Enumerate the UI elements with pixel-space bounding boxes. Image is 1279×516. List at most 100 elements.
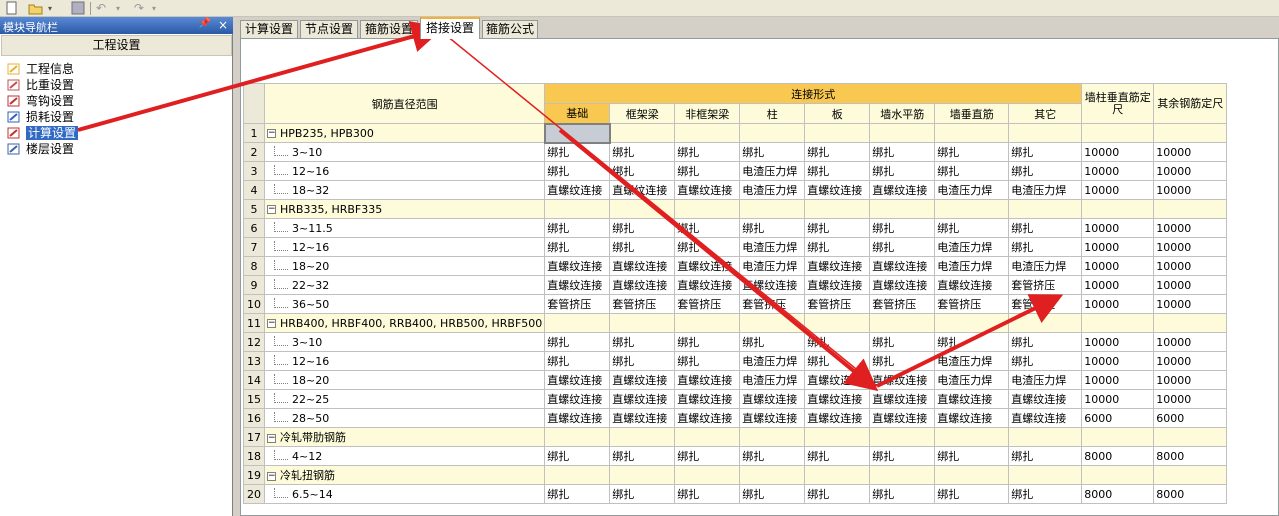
connection-cell[interactable] (804, 199, 871, 219)
connection-cell[interactable]: 直螺纹连接 (934, 408, 1010, 428)
connection-cell[interactable]: 直螺纹连接 (869, 408, 936, 428)
row-number[interactable]: 7 (243, 237, 265, 257)
connection-cell[interactable]: 绑扎 (674, 351, 741, 371)
row-number[interactable]: 10 (243, 294, 265, 314)
connection-cell[interactable] (543, 122, 611, 144)
connection-cell[interactable]: 套管挤压 (544, 294, 611, 314)
other-length-cell[interactable]: 6000 (1153, 408, 1228, 428)
connection-cell[interactable]: 绑扎 (544, 332, 611, 352)
connection-cell[interactable]: 直螺纹连接 (869, 275, 936, 295)
connection-cell[interactable]: 绑扎 (869, 332, 936, 352)
connection-cell[interactable] (804, 465, 871, 485)
wall-length-cell[interactable]: 10000 (1081, 370, 1155, 390)
connection-cell[interactable] (934, 465, 1010, 485)
connection-cell[interactable]: 电渣压力焊 (1008, 370, 1083, 390)
connection-cell[interactable] (674, 123, 741, 143)
connection-cell[interactable]: 绑扎 (1008, 142, 1083, 162)
connection-cell[interactable]: 绑扎 (869, 351, 936, 371)
connection-cell[interactable]: 直螺纹连接 (674, 180, 741, 200)
collapse-icon[interactable]: − (267, 433, 276, 443)
connection-cell[interactable]: 电渣压力焊 (739, 351, 806, 371)
connection-cell[interactable]: 绑扎 (934, 446, 1010, 466)
range-label[interactable]: 3~10 (263, 142, 546, 162)
connection-cell[interactable]: 绑扎 (934, 142, 1010, 162)
connection-cell[interactable]: 绑扎 (804, 161, 871, 181)
wall-length-cell[interactable]: 10000 (1081, 256, 1155, 276)
connection-cell[interactable] (804, 427, 871, 447)
range-label[interactable]: 18~20 (263, 370, 546, 390)
row-number[interactable]: 14 (243, 370, 265, 390)
connection-cell[interactable]: 直螺纹连接 (739, 389, 806, 409)
row-number[interactable]: 16 (243, 408, 265, 428)
connection-cell[interactable]: 直螺纹连接 (1008, 389, 1083, 409)
row-number[interactable]: 13 (243, 351, 265, 371)
undo-dropdown-icon[interactable]: ▾ (116, 1, 132, 16)
redo-dropdown-icon[interactable]: ▾ (152, 1, 168, 16)
connection-cell[interactable]: 直螺纹连接 (544, 370, 611, 390)
connection-cell[interactable]: 绑扎 (609, 484, 676, 504)
range-label[interactable]: 28~50 (263, 408, 546, 428)
range-label[interactable]: 12~16 (263, 237, 546, 257)
connection-cell[interactable]: 直螺纹连接 (1008, 408, 1083, 428)
connection-cell[interactable]: 绑扎 (739, 218, 806, 238)
connection-cell[interactable]: 直螺纹连接 (869, 180, 936, 200)
connection-cell[interactable] (1008, 313, 1083, 333)
row-number[interactable]: 19 (243, 465, 265, 485)
other-length-cell[interactable]: 10000 (1153, 256, 1228, 276)
connection-cell[interactable]: 电渣压力焊 (934, 370, 1010, 390)
row-number[interactable]: 8 (243, 256, 265, 276)
connection-cell[interactable]: 绑扎 (804, 484, 871, 504)
connection-cell[interactable]: 绑扎 (739, 446, 806, 466)
connection-cell[interactable]: 套管挤压 (674, 294, 741, 314)
connection-cell[interactable]: 直螺纹连接 (804, 180, 871, 200)
connection-cell[interactable]: 直螺纹连接 (674, 256, 741, 276)
wall-length-cell[interactable]: 10000 (1081, 294, 1155, 314)
connection-cell[interactable] (1008, 123, 1083, 143)
connection-cell[interactable] (609, 123, 676, 143)
connection-cell[interactable]: 直螺纹连接 (674, 275, 741, 295)
connection-cell[interactable]: 直螺纹连接 (739, 408, 806, 428)
tab-5[interactable]: 箍筋公式 (482, 20, 538, 39)
connection-cell[interactable]: 绑扎 (674, 237, 741, 257)
row-number[interactable]: 18 (243, 446, 265, 466)
range-label[interactable]: 12~16 (263, 161, 546, 181)
connection-cell[interactable]: 直螺纹连接 (609, 256, 676, 276)
wall-length-cell[interactable]: 6000 (1081, 408, 1155, 428)
group-label[interactable]: − HPB235, HPB300 (263, 123, 546, 143)
range-label[interactable]: 6.5~14 (263, 484, 546, 504)
connection-cell[interactable]: 直螺纹连接 (544, 408, 611, 428)
wall-length-cell[interactable]: 10000 (1081, 237, 1155, 257)
nav-item-4[interactable]: 损耗设置 (4, 109, 78, 125)
connection-cell[interactable] (934, 313, 1010, 333)
connection-cell[interactable] (1008, 427, 1083, 447)
connection-cell[interactable]: 绑扎 (609, 161, 676, 181)
connection-cell[interactable]: 套管挤压 (804, 294, 871, 314)
other-length-cell[interactable]: 10000 (1153, 180, 1228, 200)
connection-cell[interactable]: 直螺纹连接 (934, 275, 1010, 295)
connection-cell[interactable]: 绑扎 (609, 332, 676, 352)
connection-cell[interactable]: 电渣压力焊 (739, 256, 806, 276)
connection-cell[interactable]: 绑扎 (544, 484, 611, 504)
connection-cell[interactable]: 直螺纹连接 (804, 408, 871, 428)
range-label[interactable]: 18~20 (263, 256, 546, 276)
connection-cell[interactable] (739, 123, 806, 143)
connection-cell[interactable]: 绑扎 (609, 351, 676, 371)
connection-cell[interactable]: 直螺纹连接 (544, 180, 611, 200)
connection-cell[interactable]: 绑扎 (869, 161, 936, 181)
wall-length-cell[interactable]: 8000 (1081, 446, 1155, 466)
connection-cell[interactable]: 绑扎 (934, 484, 1010, 504)
connection-cell[interactable]: 套管挤压 (934, 294, 1010, 314)
connection-cell[interactable]: 绑扎 (934, 161, 1010, 181)
row-number[interactable]: 4 (243, 180, 265, 200)
connection-cell[interactable] (674, 199, 741, 219)
connection-cell[interactable]: 绑扎 (609, 237, 676, 257)
wall-length-cell[interactable] (1081, 123, 1155, 143)
connection-cell[interactable]: 绑扎 (869, 142, 936, 162)
connection-cell[interactable]: 电渣压力焊 (934, 237, 1010, 257)
connection-cell[interactable]: 绑扎 (739, 484, 806, 504)
connection-cell[interactable]: 绑扎 (674, 332, 741, 352)
connection-cell[interactable]: 套管挤压 (869, 294, 936, 314)
collapse-icon[interactable]: − (267, 471, 276, 481)
connection-cell[interactable] (804, 123, 871, 143)
connection-cell[interactable]: 绑扎 (1008, 218, 1083, 238)
